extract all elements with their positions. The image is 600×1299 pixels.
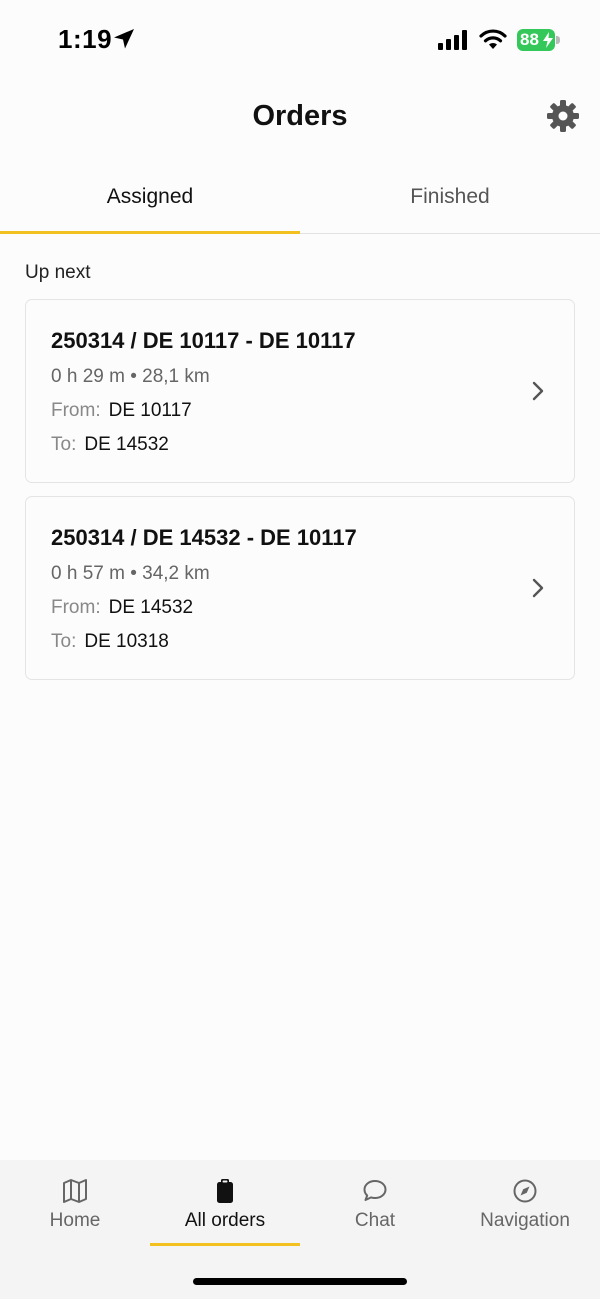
status-time: 1:19 <box>58 24 113 54</box>
order-title: 250314 / DE 10117 - DE 10117 <box>51 328 356 353</box>
section-label-up-next: Up next <box>25 262 91 283</box>
compass-icon <box>513 1179 537 1203</box>
battery-tip <box>556 36 560 44</box>
order-tabs: Assigned Finished <box>0 160 600 234</box>
order-from-row: From: DE 14532 <box>51 597 193 619</box>
from-label: From: <box>51 400 101 421</box>
order-card[interactable]: 250314 / DE 14532 - DE 10117 0 h 57 m • … <box>25 496 575 680</box>
chevron-right-icon <box>532 381 544 401</box>
charging-bolt-icon <box>543 32 553 48</box>
nav-item-chat[interactable]: Chat <box>300 1176 450 1246</box>
location-arrow-icon <box>114 29 134 49</box>
to-label: To: <box>51 631 77 652</box>
cellular-signal-icon <box>438 30 467 50</box>
nav-label: All orders <box>184 1210 266 1231</box>
order-to-row: To: DE 10318 <box>51 631 169 653</box>
to-value: DE 14532 <box>84 434 169 455</box>
tab-assigned[interactable]: Assigned <box>0 160 300 233</box>
page-title: Orders <box>252 100 348 132</box>
active-tab-indicator <box>0 231 300 234</box>
to-label: To: <box>51 434 77 455</box>
battery-level: 88 <box>520 30 539 49</box>
nav-label: Navigation <box>480 1210 570 1231</box>
nav-label: Chat <box>354 1210 396 1231</box>
nav-item-all-orders[interactable]: All orders <box>150 1176 300 1246</box>
tab-finished[interactable]: Finished <box>300 160 600 233</box>
map-icon <box>63 1179 87 1203</box>
wifi-icon <box>479 29 507 49</box>
nav-label: Home <box>49 1210 101 1231</box>
order-title: 250314 / DE 14532 - DE 10117 <box>51 525 357 550</box>
to-value: DE 10318 <box>84 631 169 652</box>
order-to-row: To: DE 14532 <box>51 434 169 456</box>
order-duration-distance: 0 h 57 m • 34,2 km <box>51 563 210 584</box>
status-bar: 1:19 88 <box>0 0 600 80</box>
from-value: DE 14532 <box>108 597 194 618</box>
order-from-row: From: DE 10117 <box>51 400 192 422</box>
gear-icon[interactable] <box>545 98 581 134</box>
active-nav-indicator <box>150 1243 300 1246</box>
clipboard-icon <box>217 1179 233 1203</box>
nav-item-navigation[interactable]: Navigation <box>450 1176 600 1246</box>
order-duration-distance: 0 h 29 m • 28,1 km <box>51 366 210 387</box>
chat-bubble-icon <box>363 1180 387 1201</box>
from-label: From: <box>51 597 101 618</box>
nav-item-home[interactable]: Home <box>0 1176 150 1246</box>
home-indicator[interactable] <box>193 1278 407 1285</box>
from-value: DE 10117 <box>108 400 192 421</box>
chevron-right-icon <box>532 578 544 598</box>
order-card[interactable]: 250314 / DE 10117 - DE 10117 0 h 29 m • … <box>25 299 575 483</box>
